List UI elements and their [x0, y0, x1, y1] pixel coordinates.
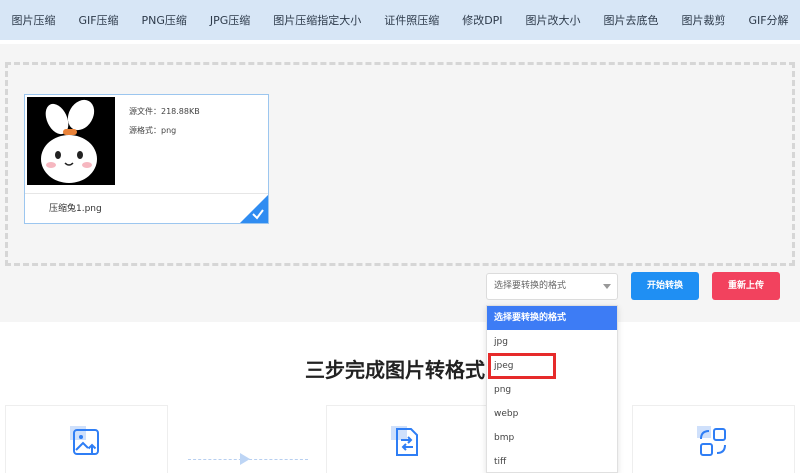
format-select[interactable]: 选择要转换的格式	[486, 273, 618, 300]
dropdown-option-jpg[interactable]: jpg	[487, 330, 617, 354]
file-size: 源文件：218.88KB	[129, 107, 200, 116]
top-nav: 图片压缩 GIF压缩 PNG压缩 JPG压缩 图片压缩指定大小 证件照压缩 修改…	[0, 0, 800, 40]
swap-icon	[697, 426, 726, 456]
dropdown-option-tiff[interactable]: tiff	[487, 450, 617, 472]
play-icon	[240, 453, 250, 465]
file-thumbnail	[27, 97, 115, 185]
nav-item-jpg-compress[interactable]: JPG压缩	[198, 12, 261, 28]
dropdown-option-webp[interactable]: webp	[487, 402, 617, 426]
caret-down-icon	[603, 284, 611, 289]
dropdown-option-placeholder[interactable]: 选择要转换的格式	[487, 306, 617, 330]
start-convert-button[interactable]: 开始转换	[631, 272, 699, 300]
nav-item-crop[interactable]: 图片裁剪	[670, 12, 737, 28]
nav-item-resize[interactable]: 图片改大小	[514, 12, 592, 28]
step-card-convert	[326, 405, 489, 473]
file-format: 源格式：png	[129, 126, 177, 135]
nav-item-gif-compress[interactable]: GIF压缩	[67, 12, 130, 28]
card-divider	[25, 193, 268, 194]
check-icon	[252, 209, 264, 220]
file-convert-icon	[391, 426, 418, 456]
nav-item-id-photo-compress[interactable]: 证件照压缩	[373, 12, 451, 28]
nav-item-png-compress[interactable]: PNG压缩	[130, 12, 198, 28]
section-title: 三步完成图片转格式	[305, 358, 485, 382]
dropdown-option-jpeg[interactable]: jpeg	[487, 354, 617, 378]
format-select-value: 选择要转换的格式	[494, 281, 567, 291]
file-name: 压缩兔1.png	[49, 204, 102, 214]
nav-item-compress-to-size[interactable]: 图片压缩指定大小	[262, 12, 373, 28]
dropdown-option-bmp[interactable]: bmp	[487, 426, 617, 450]
step-card-upload	[5, 405, 168, 473]
dropdown-option-png[interactable]: png	[487, 378, 617, 402]
file-meta: 源文件：218.88KB 源格式：png	[129, 102, 200, 140]
format-dropdown: 选择要转换的格式 jpg jpeg png webp bmp tiff	[486, 305, 618, 473]
bunny-image	[27, 97, 115, 185]
nav-item-image-compress[interactable]: 图片压缩	[0, 12, 67, 28]
nav-item-remove-bg[interactable]: 图片去底色	[592, 12, 670, 28]
nav-item-modify-dpi[interactable]: 修改DPI	[451, 12, 514, 28]
nav-item-gif-split[interactable]: GIF分解	[737, 12, 800, 28]
image-upload-icon	[70, 426, 99, 455]
upload-panel: 源文件：218.88KB 源格式：png 压缩兔1.png 选择要转换的格式 开…	[0, 44, 800, 322]
reupload-button[interactable]: 重新上传	[712, 272, 780, 300]
file-card[interactable]: 源文件：218.88KB 源格式：png 压缩兔1.png	[24, 94, 269, 224]
step-card-download	[632, 405, 795, 473]
